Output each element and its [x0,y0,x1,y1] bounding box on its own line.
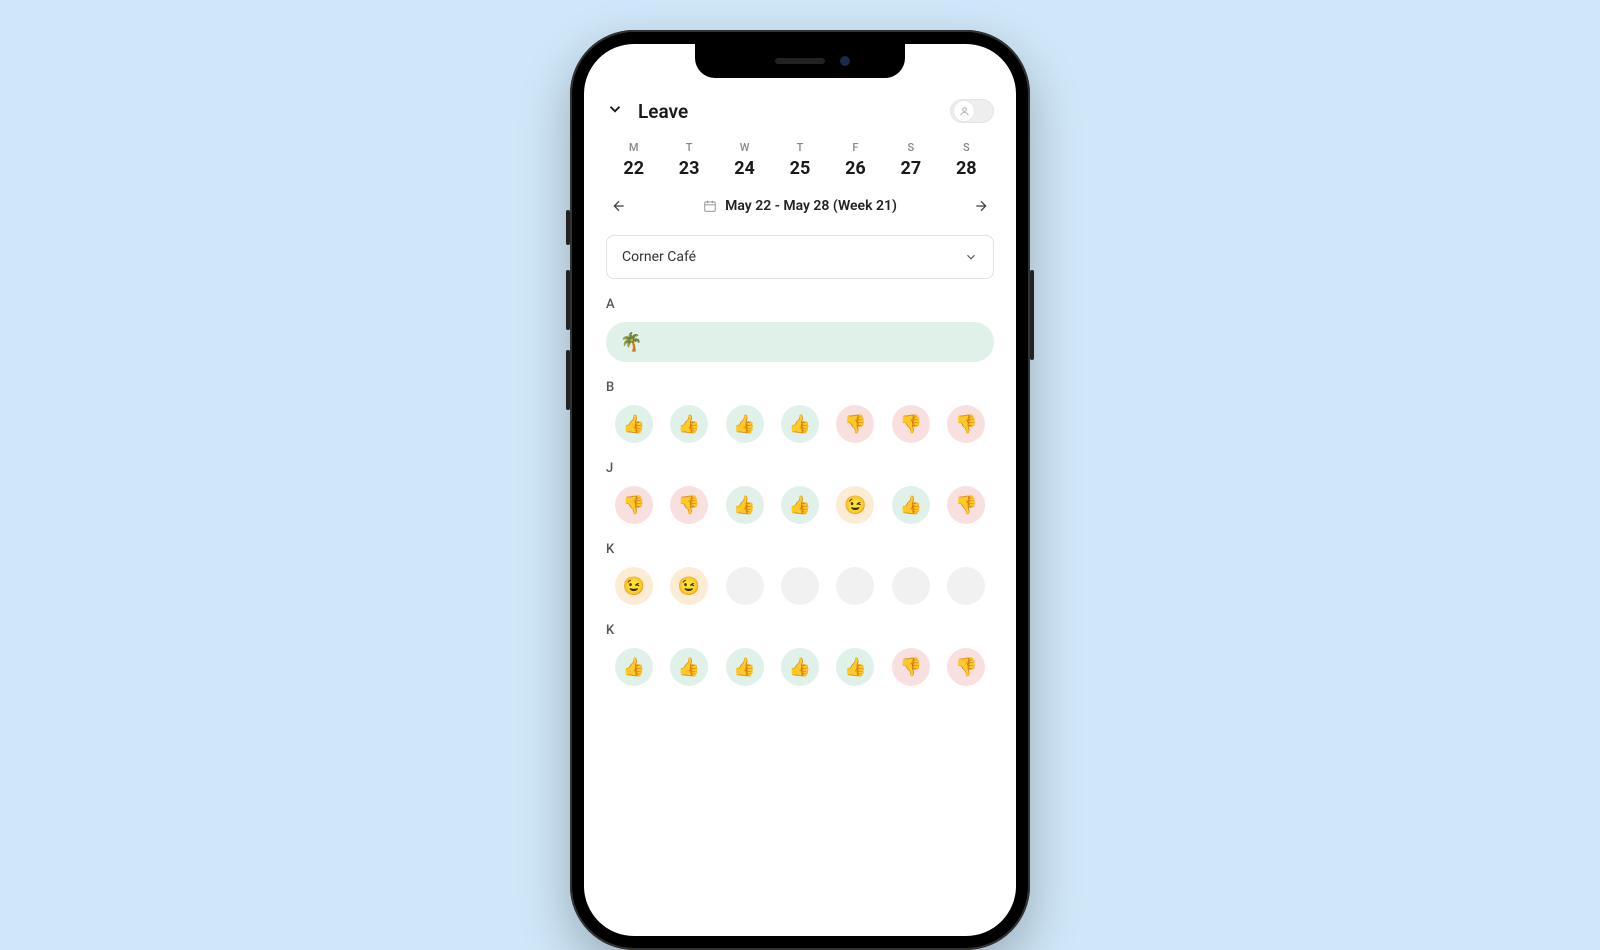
weekday-column[interactable]: M 22 [606,141,661,179]
status-cell-up[interactable]: 👍 [726,648,764,686]
status-cell-up[interactable]: 👍 [670,648,708,686]
weekday-label: S [939,141,994,154]
status-cell-up[interactable]: 👍 [836,648,874,686]
status-cell-up[interactable]: 👍 [781,486,819,524]
weekday-column[interactable]: W 24 [717,141,772,179]
leave-bar[interactable]: 🌴 [606,322,994,362]
status-cell-down[interactable]: 👎 [836,405,874,443]
status-cell-up[interactable]: 👍 [781,648,819,686]
employee-row: A🌴 [606,297,994,362]
status-cell-up[interactable]: 👍 [615,648,653,686]
weekday-number: 27 [883,158,938,179]
phone-frame: Leave M22T23W24T25F26S27S28 M [570,30,1030,950]
user-filter-toggle[interactable] [950,99,994,123]
status-row: 👍 👍 👍 👍 👎 👎 👎 [606,405,994,443]
weekday-number: 28 [939,158,994,179]
status-cell-empty[interactable] [892,567,930,605]
location-dropdown[interactable]: Corner Café [606,235,994,279]
employee-row: K 👍 👍 👍 👍 👍 👎 👎 [606,623,994,686]
weekday-number: 23 [661,158,716,179]
employee-initial: B [606,380,994,395]
status-cell-maybe[interactable]: 😉 [836,486,874,524]
weekday-number: 26 [828,158,883,179]
next-week-button[interactable] [968,193,994,219]
status-cell-down[interactable]: 👎 [892,648,930,686]
status-cell-down[interactable]: 👎 [947,405,985,443]
employee-initial: J [606,461,994,476]
status-cell-up[interactable]: 👍 [726,486,764,524]
prev-week-button[interactable] [606,193,632,219]
status-cell-up[interactable]: 👍 [670,405,708,443]
week-range-text: May 22 - May 28 (Week 21) [725,198,897,214]
user-icon [959,106,970,117]
chevron-down-icon [606,100,624,118]
phone-side-button-right [1030,270,1034,360]
status-cell-down[interactable]: 👎 [947,486,985,524]
status-cell-up[interactable]: 👍 [892,486,930,524]
weekday-label: M [606,141,661,154]
status-cell-empty[interactable] [781,567,819,605]
employee-list: A🌴B👍👍👍👍👎👎👎J👎👎👍👍😉👍👎K😉😉K👍👍👍👍👍👎👎 [606,297,994,686]
status-cell-maybe[interactable]: 😉 [670,567,708,605]
arrow-right-icon [973,198,989,214]
employee-row: K😉😉 [606,542,994,605]
week-range-label[interactable]: May 22 - May 28 (Week 21) [703,198,897,214]
weekday-number: 22 [606,158,661,179]
status-cell-down[interactable]: 👎 [892,405,930,443]
top-bar: Leave [606,99,994,123]
status-cell-up[interactable]: 👍 [726,405,764,443]
weekday-label: S [883,141,938,154]
status-row: 👍 👍 👍 👍 👍 👎 👎 [606,648,994,686]
weekday-number: 25 [772,158,827,179]
section-expand-toggle[interactable] [606,100,624,122]
weekday-label: T [661,141,716,154]
status-cell-down[interactable]: 👎 [670,486,708,524]
employee-row: J 👎 👎 👍 👍 😉 👍 👎 [606,461,994,524]
weekday-header-row: M22T23W24T25F26S27S28 [606,141,994,179]
palm-tree-icon: 🌴 [620,332,642,353]
weekday-column[interactable]: F 26 [828,141,883,179]
weekday-column[interactable]: S 27 [883,141,938,179]
phone-notch [695,44,905,78]
status-cell-down[interactable]: 👎 [947,648,985,686]
employee-initial: K [606,542,994,557]
weekday-label: W [717,141,772,154]
weekday-column[interactable]: T 25 [772,141,827,179]
week-navigation: May 22 - May 28 (Week 21) [606,193,994,219]
status-row: 👎 👎 👍 👍 😉 👍 👎 [606,486,994,524]
weekday-label: F [828,141,883,154]
status-cell-maybe[interactable]: 😉 [615,567,653,605]
chevron-down-icon [964,250,978,264]
status-cell-empty[interactable] [726,567,764,605]
status-row: 😉😉 [606,567,994,605]
employee-initial: K [606,623,994,638]
status-cell-down[interactable]: 👎 [615,486,653,524]
page-title: Leave [638,100,688,123]
status-cell-empty[interactable] [836,567,874,605]
weekday-number: 24 [717,158,772,179]
arrow-left-icon [611,198,627,214]
status-cell-empty[interactable] [947,567,985,605]
status-cell-up[interactable]: 👍 [781,405,819,443]
employee-row: B 👍 👍 👍 👍 👎 👎 👎 [606,380,994,443]
calendar-icon [703,199,717,213]
employee-initial: A [606,297,994,312]
weekday-column[interactable]: S 28 [939,141,994,179]
location-selected-label: Corner Café [622,249,696,265]
weekday-column[interactable]: T 23 [661,141,716,179]
phone-screen: Leave M22T23W24T25F26S27S28 M [584,44,1016,936]
weekday-label: T [772,141,827,154]
phone-side-buttons-left [566,210,570,450]
status-cell-up[interactable]: 👍 [615,405,653,443]
